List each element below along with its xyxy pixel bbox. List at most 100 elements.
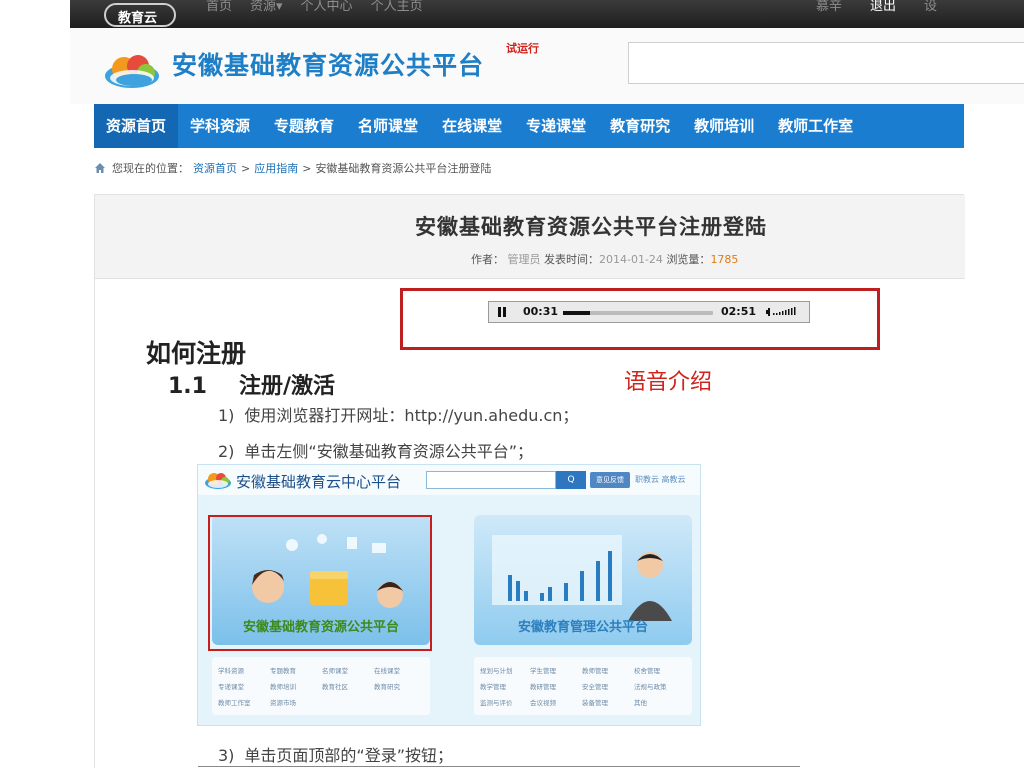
subsection-number: 1.1 [168,374,207,399]
publish-date: 2014-01-24 [599,253,663,266]
top-nav-personal-center[interactable]: 个人中心 [301,0,353,28]
subsection-heading: 1.1 注册/激活 [168,368,335,400]
site-header: 安徽基础教育资源公共平台 试运行 [70,28,1024,104]
nav-topic-education[interactable]: 专题教育 [262,104,346,148]
cloud-logo-icon [105,55,159,88]
shot-link: 规划与计划 [480,667,513,675]
shot-cloud-icon [205,473,231,489]
divider [198,766,800,767]
nav-subject-resources[interactable]: 学科资源 [178,104,262,148]
shot-link: 专递课堂 [218,683,244,691]
step-item: 3) 单击页面顶部的“登录”按钮； [218,742,453,766]
edu-cloud-logo[interactable]: 教育云 [104,3,176,27]
step-text: 单击左侧“安徽基础教育资源公共平台”； [244,442,534,461]
shot-search-input [426,471,556,489]
article-title: 安徽基础教育资源公共平台注册登陆 [415,214,767,239]
trial-badge: 试运行 [506,42,539,55]
shot-link: 监测与评价 [480,699,513,707]
nav-famous-teacher[interactable]: 名师课堂 [346,104,430,148]
step-text: 使用浏览器打开网址：http://yun.ahedu.cn； [244,406,579,425]
shot-link: 法规与政策 [634,683,667,691]
shot-link: 其他 [634,699,647,707]
audio-progress-fill [563,311,590,315]
author-name: 管理员 [507,253,541,266]
breadcrumb-prefix: 您现在的位置： [112,162,189,175]
top-bar: 教育云 首页 资源▾ 个人中心 个人主页 慕辛 退出 设 [70,0,1024,28]
subsection-title: 注册/激活 [238,374,336,399]
breadcrumb-app-guide[interactable]: 应用指南 [254,160,298,176]
settings-link[interactable]: 设 [924,0,937,14]
shot-title: 安徽基础教育云中心平台 [236,473,402,491]
audio-current-time: 00:31 [523,305,559,318]
views-label: 浏览量： [666,253,711,266]
shot-link: 校舍管理 [634,667,660,675]
embedded-screenshot: 安徽基础教育云中心平台 Q 意见反馈 职教云 高教云 安徽基础教育资源公共平台 [197,464,701,726]
shot-search-button: Q [556,471,586,489]
header-search-input[interactable] [628,42,1024,84]
shot-left-links: 学科资源 专题教育 名师课堂 在线课堂 专递课堂 教师培训 教育社区 教育研究 … [212,657,430,715]
shot-link: 安全管理 [582,683,608,691]
site-title[interactable]: 安徽基础教育资源公共平台 [172,46,484,82]
step-number: 1) [218,406,235,425]
nav-teacher-studio[interactable]: 教师工作室 [766,104,865,148]
article-header: 安徽基础教育资源公共平台注册登陆 作者： 管理员 发表时间：2014-01-24… [95,195,965,279]
shot-link: 学科资源 [218,667,244,675]
top-nav-resources[interactable]: 资源▾ [250,0,283,28]
shot-link: 教学管理 [480,683,506,691]
step-text: 单击页面顶部的“登录”按钮； [244,746,454,765]
top-nav-personal-page[interactable]: 个人主页 [371,0,423,28]
article-meta: 作者： 管理员 发表时间：2014-01-24 浏览量：1785 [471,251,738,267]
nav-education-research[interactable]: 教育研究 [598,104,682,148]
shot-link: 教育社区 [322,683,348,691]
main-nav: 资源首页 学科资源 专题教育 名师课堂 在线课堂 专递课堂 教育研究 教师培训 … [94,104,964,148]
pause-icon[interactable] [498,307,506,317]
audio-player: 00:31 02:51 [488,301,810,323]
nav-teacher-training[interactable]: 教师培训 [682,104,766,148]
view-count: 1785 [710,253,739,266]
audio-progress-track[interactable] [563,311,713,315]
nav-resource-home[interactable]: 资源首页 [94,104,179,148]
shot-link: 教研管理 [530,683,556,691]
step-item: 1) 使用浏览器打开网址：http://yun.ahedu.cn； [218,402,578,426]
breadcrumb-separator: > [302,161,312,175]
shot-right-links: 规划与计划 学生管理 教师管理 校舍管理 教学管理 教研管理 安全管理 法规与政… [474,657,692,715]
top-nav: 首页 资源▾ 个人中心 个人主页 [206,0,423,28]
breadcrumb-current: 安徽基础教育资源公共平台注册登陆 [315,162,492,175]
step-number: 3) [218,746,235,765]
author-label: 作者： [471,253,504,266]
breadcrumb: 您现在的位置： 资源首页 > 应用指南 > 安徽基础教育资源公共平台注册登陆 [94,160,491,176]
step-item: 2) 单击左侧“安徽基础教育资源公共平台”； [218,438,533,462]
shot-link: 资源市场 [270,699,296,707]
voice-intro-label: 语音介绍 [624,370,713,395]
shot-link: 会议视频 [530,699,556,707]
breadcrumb-resource-home[interactable]: 资源首页 [193,160,237,176]
shot-management-platform-label: 安徽教育管理公共平台 [517,620,648,635]
shot-business-illustration-icon [492,535,672,621]
shot-red-highlight [208,515,432,651]
audio-duration: 02:51 [721,305,757,318]
breadcrumb-separator: > [241,161,251,175]
section-heading: 如何注册 [146,339,247,368]
step-number: 2) [218,442,235,461]
page: 教育云 首页 资源▾ 个人中心 个人主页 慕辛 退出 设 安徽基础教育资源公共平… [0,0,1024,768]
logout-link[interactable]: 退出 [870,0,896,14]
shot-link: 学生管理 [530,667,556,675]
home-icon [95,163,105,173]
date-label: 发表时间： [544,253,599,266]
shot-link: 教师管理 [582,667,608,675]
username[interactable]: 慕辛 [816,0,842,14]
top-nav-home[interactable]: 首页 [206,0,232,28]
nav-online-class[interactable]: 在线课堂 [430,104,514,148]
shot-link: 教师培训 [270,683,296,691]
shot-link: 教师工作室 [218,699,251,707]
shot-link: 在线课堂 [374,667,400,675]
shot-links: 职教云 高教云 [635,475,686,484]
nav-delivered-class[interactable]: 专递课堂 [514,104,598,148]
shot-link: 专题教育 [270,667,296,675]
top-user-area: 慕辛 退出 设 [816,0,937,14]
volume-icon[interactable] [765,306,803,318]
shot-link: 名师课堂 [322,667,348,675]
shot-link: 教育研究 [374,683,400,691]
shot-management-platform-panel: 安徽教育管理公共平台 [474,515,692,645]
shot-feedback-button: 意见反馈 [590,472,630,488]
